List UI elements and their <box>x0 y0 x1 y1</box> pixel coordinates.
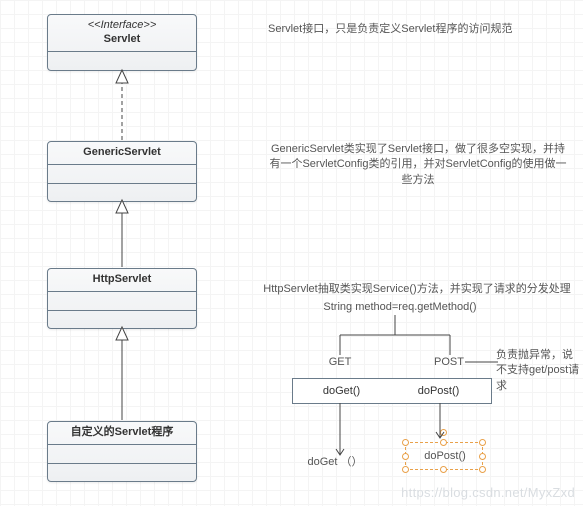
resize-handle[interactable] <box>402 439 409 446</box>
branch-post-label: POST <box>426 355 472 370</box>
note-http-line1: HttpServlet抽取类实现Service()方法，并实现了请求的分发处理 <box>262 282 572 297</box>
resize-handle[interactable] <box>402 466 409 473</box>
override-dopost-label: doPost() <box>406 449 484 464</box>
class-name: Servlet <box>54 33 190 47</box>
resize-handle[interactable] <box>479 466 486 473</box>
rotate-handle[interactable] <box>440 429 447 436</box>
resize-handle[interactable] <box>479 439 486 446</box>
method-dopost: doPost() <box>390 379 487 403</box>
branch-get-label: GET <box>322 355 358 370</box>
class-name: 自定义的Servlet程序 <box>54 426 190 440</box>
class-servlet[interactable]: <<Interface>> Servlet <box>47 14 197 71</box>
note-http-line2: String method=req.getMethod() <box>300 300 500 315</box>
note-generic: GenericServlet类实现了Servlet接口，做了很多空实现，并持有一… <box>268 142 568 188</box>
override-dopost-selected[interactable]: doPost() <box>405 442 483 470</box>
class-name: HttpServlet <box>54 273 190 287</box>
note-servlet: Servlet接口，只是负责定义Servlet程序的访问规范 <box>268 22 558 37</box>
override-doget: doGet （） <box>300 455 370 470</box>
class-custom-servlet[interactable]: 自定义的Servlet程序 <box>47 421 197 482</box>
class-http-servlet[interactable]: HttpServlet <box>47 268 197 329</box>
resize-handle[interactable] <box>440 466 447 473</box>
note-error: 负责抛异常，说不支持get/post请求 <box>496 348 582 394</box>
resize-handle[interactable] <box>479 453 486 460</box>
class-name: GenericServlet <box>54 146 190 160</box>
resize-handle[interactable] <box>440 439 447 446</box>
watermark: https://blog.csdn.net/MyxZxd <box>401 485 575 500</box>
method-box[interactable]: doGet()doPost() <box>292 378 492 404</box>
method-doget: doGet() <box>293 379 390 403</box>
resize-handle[interactable] <box>402 453 409 460</box>
stereotype-label: <<Interface>> <box>54 19 190 33</box>
class-generic-servlet[interactable]: GenericServlet <box>47 141 197 202</box>
